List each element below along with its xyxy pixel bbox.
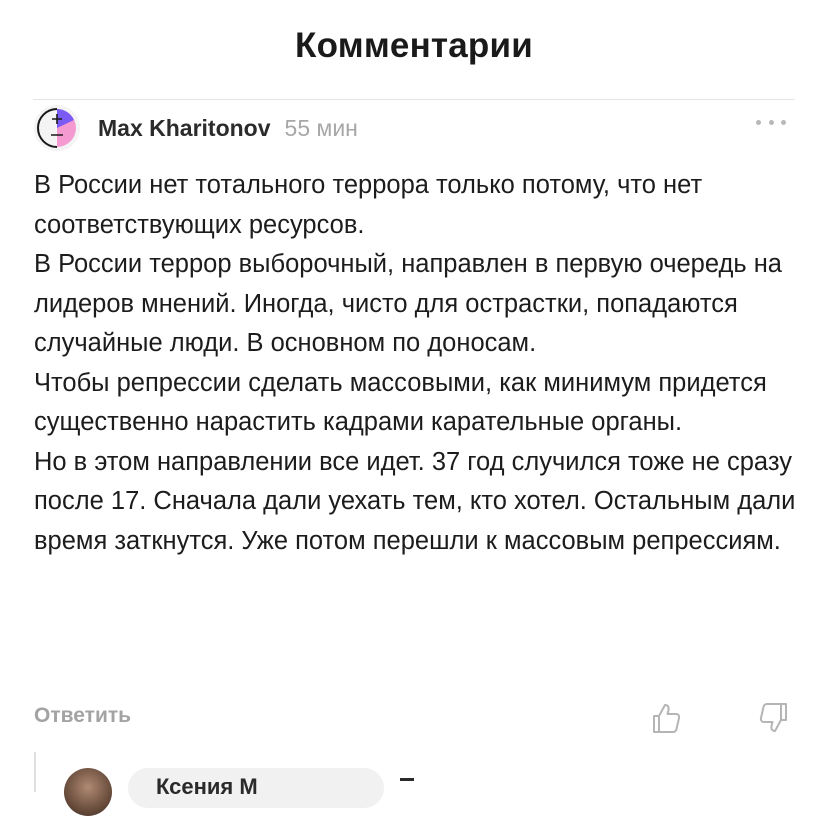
reply-text-fragment	[400, 778, 414, 781]
avatar[interactable]	[64, 768, 112, 816]
dot	[781, 119, 786, 125]
reply-author: Ксения М	[156, 774, 258, 799]
comment-paragraph: Чтобы репрессии сделать массовыми, как м…	[34, 368, 767, 437]
thumbs-up-icon[interactable]	[648, 700, 684, 736]
reply-preview[interactable]: Ксения М	[128, 768, 384, 808]
comment-time: 55 мин	[284, 114, 358, 141]
avatar[interactable]	[34, 105, 80, 151]
avatar-logo-icon	[34, 105, 80, 151]
reply-button[interactable]: Ответить	[34, 704, 131, 728]
divider	[33, 99, 795, 100]
dot	[768, 119, 774, 125]
comment-paragraph: В России нет тотального террора только п…	[34, 171, 703, 239]
header: Комментарии	[0, 0, 828, 92]
comment-header: Max Kharitonov 55 мин	[34, 103, 794, 153]
comment-paragraph: В России террор выборочный, направлен в …	[34, 250, 782, 357]
comment-text: В России нет тотального террора только п…	[34, 166, 809, 561]
page-title: Комментарии	[295, 26, 533, 65]
comment-paragraph: Но в этом направлении все идет. 37 год с…	[34, 447, 796, 555]
more-dots-icon[interactable]	[756, 117, 786, 127]
comment-actions: Ответить	[34, 700, 804, 740]
thread-line	[34, 752, 36, 792]
dot	[756, 119, 761, 125]
thumbs-down-icon[interactable]	[756, 700, 792, 736]
comment-author[interactable]: Max Kharitonov	[98, 115, 271, 142]
